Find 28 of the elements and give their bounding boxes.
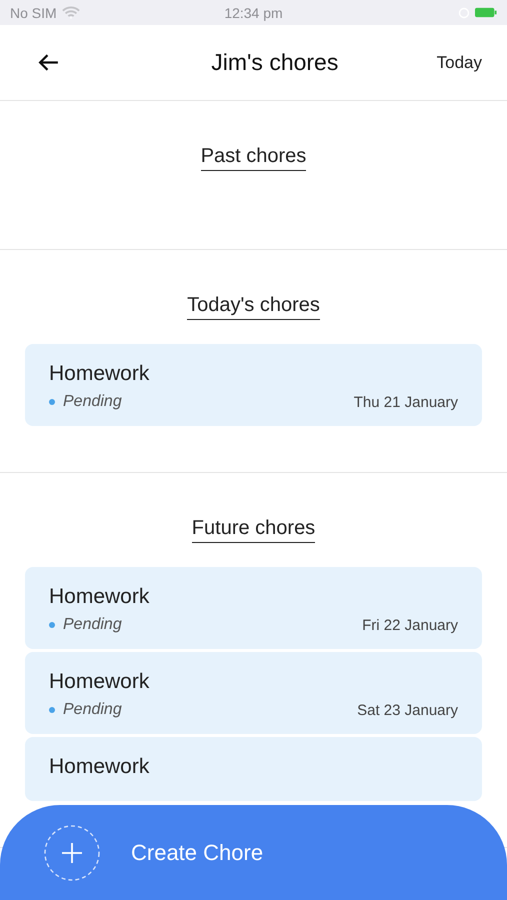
chore-status: Pending	[63, 701, 122, 719]
section-heading[interactable]: Past chores	[200, 145, 306, 171]
status-dot-icon	[49, 622, 55, 628]
status-dot-icon	[49, 399, 55, 405]
chore-name: Homework	[49, 670, 150, 694]
page-title: Jim's chores	[211, 49, 338, 76]
battery-icon	[475, 7, 497, 18]
create-chore-button[interactable]: Create Chore	[0, 805, 507, 900]
section-heading[interactable]: Future chores	[192, 517, 316, 543]
today-link[interactable]: Today	[436, 52, 482, 72]
chore-card[interactable]: Homework Pending Sat 23 January	[25, 652, 482, 734]
section-heading[interactable]: Today's chores	[187, 294, 320, 320]
chore-status: Pending	[63, 393, 122, 411]
chore-date: Thu 21 January	[354, 394, 458, 410]
chore-card[interactable]: Homework Pending Fri 22 January	[25, 567, 482, 649]
chore-card[interactable]: Homework	[25, 737, 482, 801]
chore-date: Sat 23 January	[357, 702, 458, 718]
chore-name: Homework	[49, 755, 150, 779]
status-dot-icon	[49, 707, 55, 713]
add-icon	[43, 824, 101, 882]
carrier-label: No SIM	[10, 4, 57, 20]
chore-name: Homework	[49, 362, 150, 386]
wifi-icon	[62, 6, 80, 19]
chore-status: Pending	[63, 616, 122, 634]
clock: 12:34 pm	[224, 4, 283, 20]
chore-name: Homework	[49, 585, 150, 609]
chore-card[interactable]: Homework Pending Thu 21 January	[25, 344, 482, 426]
chore-date: Fri 22 January	[362, 616, 458, 634]
